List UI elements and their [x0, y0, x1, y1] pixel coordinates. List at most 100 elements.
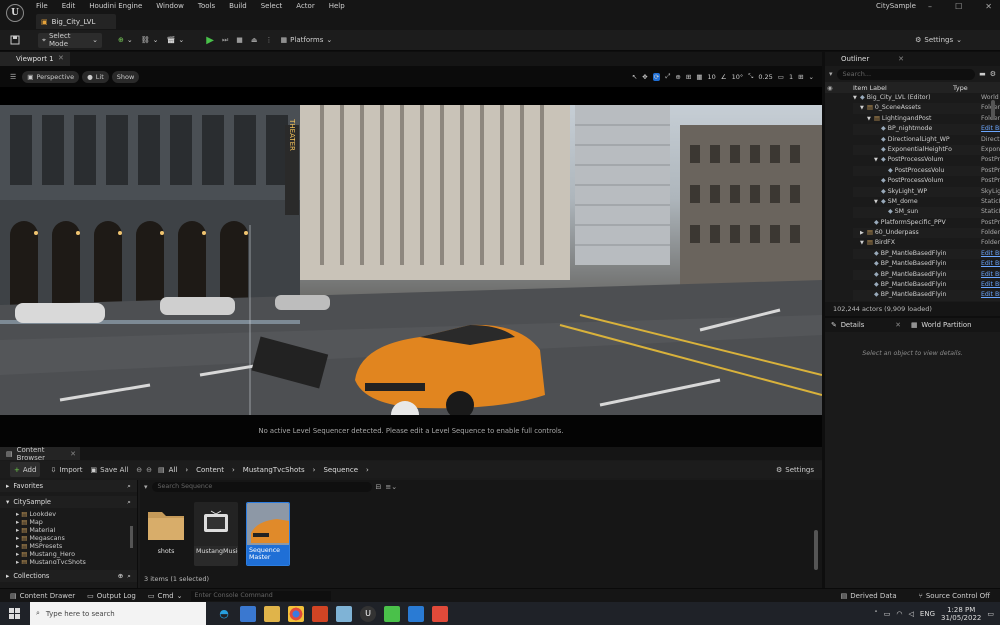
world-icon[interactable]: ⊕: [675, 73, 680, 81]
world-partition-tab[interactable]: ▦ World Partition: [905, 321, 971, 329]
outliner-row[interactable]: ▼◆ SM_domeStaticMesh: [853, 197, 1000, 207]
filter-icon[interactable]: ▾: [144, 483, 148, 491]
menu-tools[interactable]: Tools: [198, 0, 215, 12]
folder-tree-item[interactable]: ▸ ▤ Megascans: [16, 534, 137, 542]
folder-tree-item[interactable]: ▸ ▤ Mustang_Hero: [16, 550, 137, 558]
camera-speed-value[interactable]: 1: [789, 73, 793, 81]
rotate-tool-icon[interactable]: ⟳: [652, 72, 661, 81]
network-icon[interactable]: ▭: [884, 610, 891, 618]
angle-snap-icon[interactable]: ∠: [721, 73, 727, 81]
lit-button[interactable]: ● Lit: [82, 70, 109, 83]
citysample-section[interactable]: ▾ CitySample ⌕: [0, 496, 137, 508]
scale-snap-icon[interactable]: ⤡: [748, 72, 753, 81]
outliner-row[interactable]: ◆ SM_sunStaticMesh: [853, 207, 1000, 218]
select-mode-dropdown[interactable]: ⌖ Select Mode ⌄: [38, 32, 102, 48]
powerpoint-icon[interactable]: [312, 605, 328, 622]
close-icon[interactable]: ✕: [70, 450, 76, 458]
layout-icon[interactable]: ⊞: [798, 73, 803, 81]
viewport-scene[interactable]: THEATER: [0, 105, 822, 415]
filter-list-icon[interactable]: ≡⌄: [385, 483, 397, 491]
outliner-item-type[interactable]: Edit BP_night: [981, 124, 1000, 134]
forward-icon[interactable]: ⊖: [146, 466, 152, 474]
item-label-header[interactable]: Item Label: [853, 84, 887, 92]
eject-button[interactable]: ⏏: [247, 33, 262, 48]
outliner-tab[interactable]: Outliner ✕: [825, 52, 1000, 66]
derived-data-button[interactable]: ▤ Derived Data: [837, 588, 901, 603]
outliner-row[interactable]: ▼ ◆ Big_City_LVL (Editor) World: [853, 93, 1000, 103]
add-actor-button[interactable]: ⊕ ⌄: [114, 33, 137, 48]
close-icon[interactable]: ✕: [58, 54, 64, 62]
menu-help[interactable]: Help: [329, 0, 345, 12]
unreal-logo-icon[interactable]: U: [6, 4, 24, 22]
menu-build[interactable]: Build: [229, 0, 247, 12]
outliner-row[interactable]: ▼▤ 0_SceneAssetsFolder: [853, 103, 1000, 114]
asset-tile-sequence-master[interactable]: Sequence Master: [246, 502, 290, 566]
play-options-button[interactable]: ⋮: [262, 33, 277, 48]
grid-snap-icon[interactable]: ▦: [696, 73, 702, 81]
outliner-row[interactable]: ◆ BP_nightmodeEdit BP_night: [853, 124, 1000, 135]
show-button[interactable]: Show: [111, 70, 140, 83]
folder-tree-item[interactable]: ▸ ▤ MSPresets: [16, 542, 137, 550]
settings-button[interactable]: ⚙ Settings ⌄: [911, 33, 966, 48]
outliner-row[interactable]: ◆ ExponentialHeightFoExponential: [853, 144, 1000, 156]
type-header[interactable]: Type: [953, 84, 968, 92]
chrome-icon[interactable]: [288, 605, 304, 622]
outliner-row[interactable]: ◆ BP_MantleBasedFlyinEdit BP_Man: [853, 280, 1000, 290]
outliner-search-input[interactable]: Search...: [836, 68, 976, 80]
menu-actor[interactable]: Actor: [296, 0, 314, 12]
folder-tree-item[interactable]: ▸ ▤ Lookdev: [16, 510, 137, 518]
import-button[interactable]: ⇩ Import: [46, 462, 86, 477]
photos-icon[interactable]: [408, 605, 424, 622]
close-icon[interactable]: ✕: [895, 321, 901, 329]
outliner-row[interactable]: ▶ ▤ 60_Underpass Folder: [853, 228, 1000, 239]
outliner-row[interactable]: ◆ PostProcessVolumPostProcess: [853, 176, 1000, 186]
outliner-row[interactable]: ◆ BP_MantleBasedFlyinEdit BP_Man: [853, 248, 1000, 260]
chevron-up-icon[interactable]: ˄: [874, 610, 878, 618]
output-log-button[interactable]: ▭ Output Log: [83, 588, 140, 603]
outliner-row[interactable]: ◆ SkyLight_WPSkyLight: [853, 186, 1000, 197]
close-icon[interactable]: ✕: [898, 55, 904, 63]
content-browser-tab[interactable]: ▤ Content Browser ✕: [0, 446, 80, 462]
outliner-scrollbar[interactable]: [991, 100, 995, 120]
breadcrumb-all[interactable]: All: [169, 466, 178, 474]
filter-icon[interactable]: ▾: [829, 70, 833, 78]
collections-section[interactable]: ▸ Collections ⊕ ⌕: [0, 570, 137, 582]
expand-arrow-icon[interactable]: ▼: [867, 114, 874, 124]
outliner-row[interactable]: ▼▤ LightingandPostFolder: [853, 114, 1000, 124]
outliner-row[interactable]: ▼ ▤ BirdFX Folder: [853, 238, 1000, 248]
perspective-button[interactable]: ▣ Perspective: [22, 70, 80, 83]
source-control-button[interactable]: ⑂ Source Control Off: [915, 588, 994, 603]
play-button[interactable]: ▶: [202, 33, 218, 48]
hamburger-icon[interactable]: ☰: [10, 73, 16, 81]
details-tab[interactable]: ✎ Details ✕: [825, 321, 905, 329]
taskbar-search-box[interactable]: ⌕ Type here to search: [30, 602, 206, 625]
folder-tree-item[interactable]: ▸ ▤ Map: [16, 518, 137, 526]
notification-icon[interactable]: ▭: [987, 610, 994, 618]
volume-icon[interactable]: ◁: [909, 610, 914, 618]
windows-start-icon[interactable]: [9, 607, 21, 620]
grid-snap-value[interactable]: 10: [707, 73, 715, 81]
language-indicator[interactable]: ENG: [920, 610, 935, 618]
skip-button[interactable]: ⏭: [218, 33, 232, 48]
save-search-icon[interactable]: ⊟: [376, 483, 382, 491]
outliner-item-type[interactable]: Edit BP_Man: [981, 290, 1000, 300]
file-explorer-icon[interactable]: [264, 605, 280, 622]
maximize-button[interactable]: ☐: [955, 2, 962, 11]
asset-tile-shots[interactable]: shots: [144, 502, 188, 566]
close-button[interactable]: ✕: [985, 2, 992, 11]
save-all-button[interactable]: ▣ Save All: [87, 462, 133, 477]
content-drawer-button[interactable]: ▤ Content Drawer: [6, 588, 79, 603]
wifi-icon[interactable]: ◠: [896, 610, 902, 618]
search-icon[interactable]: ⌕: [127, 482, 131, 491]
surface-snap-icon[interactable]: ⊞: [686, 73, 691, 81]
menu-edit[interactable]: Edit: [62, 0, 76, 12]
tree-scrollbar[interactable]: [130, 526, 133, 548]
back-icon[interactable]: ⊖: [136, 466, 142, 474]
folder-add-icon[interactable]: ▬: [979, 70, 986, 78]
outliner-row[interactable]: ◆ BP_MantleBasedFlyinEdit BP_Man: [853, 269, 1000, 281]
notepad-icon[interactable]: [336, 605, 352, 622]
asset-tile-mustangmusic[interactable]: MustangMusic: [194, 502, 238, 566]
stop-button[interactable]: ■: [232, 33, 247, 48]
menu-file[interactable]: File: [36, 0, 48, 12]
breadcrumb-mustangtvcshots[interactable]: MustangTvcShots: [243, 466, 305, 474]
